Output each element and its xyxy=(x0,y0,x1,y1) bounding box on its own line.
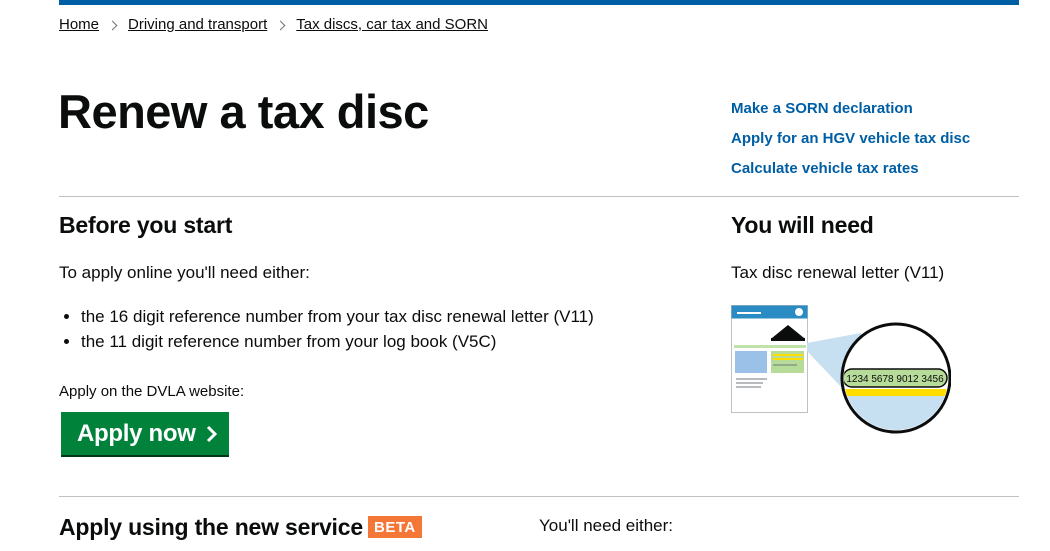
you-will-need-item: Tax disc renewal letter (V11) xyxy=(731,263,945,282)
renewal-letter-illustration: 1234 5678 9012 3456 xyxy=(731,305,951,434)
breadcrumb-home-link[interactable]: Home xyxy=(59,16,99,33)
list-item: the 11 digit reference number from your … xyxy=(81,329,701,354)
divider xyxy=(59,196,1019,197)
illustration-reference-number: 1234 5678 9012 3456 xyxy=(846,374,944,385)
sorn-link[interactable]: Make a SORN declaration xyxy=(731,94,970,124)
breadcrumb-driving-link[interactable]: Driving and transport xyxy=(128,16,267,33)
you-will-need-heading: You will need xyxy=(731,212,874,238)
before-start-intro: To apply online you'll need either: xyxy=(59,263,310,282)
breadcrumb-tax-discs-link[interactable]: Tax discs, car tax and SORN xyxy=(296,16,488,33)
beta-badge: BETA xyxy=(368,516,422,538)
new-service-need-text: You'll need either: xyxy=(539,516,673,535)
page-title: Renew a tax disc xyxy=(58,85,429,138)
apply-note: Apply on the DVLA website: xyxy=(59,383,245,400)
breadcrumb: Home Driving and transport Tax discs, ca… xyxy=(59,16,488,33)
chevron-right-icon xyxy=(275,20,286,31)
vehicle-tax-rates-link[interactable]: Calculate vehicle tax rates xyxy=(731,154,970,184)
before-start-heading: Before you start xyxy=(59,212,233,238)
apply-now-label: Apply now xyxy=(77,419,196,447)
chevron-right-icon xyxy=(107,20,118,31)
chevron-right-icon xyxy=(206,425,217,442)
list-item: the 16 digit reference number from your … xyxy=(81,304,701,329)
new-service-heading: Apply using the new service xyxy=(59,514,363,540)
divider xyxy=(59,496,1019,497)
hgv-tax-disc-link[interactable]: Apply for an HGV vehicle tax disc xyxy=(731,124,970,154)
related-links: Make a SORN declaration Apply for an HGV… xyxy=(731,94,970,184)
requirements-list: the 16 digit reference number from your … xyxy=(61,304,701,354)
apply-now-button[interactable]: Apply now xyxy=(61,412,229,455)
top-bar xyxy=(59,0,1019,5)
